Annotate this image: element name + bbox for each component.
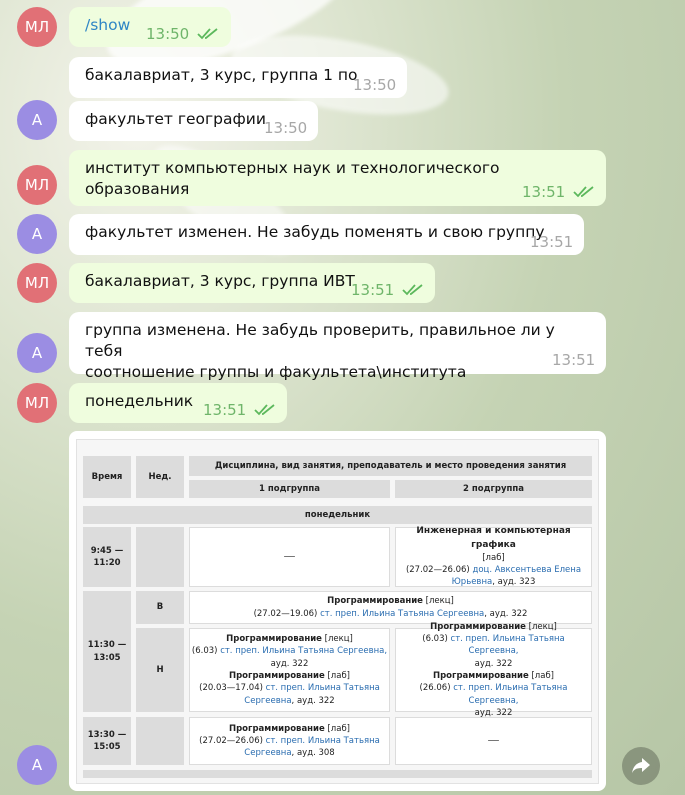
- teacher-link[interactable]: ст. преп. Ильина Татьяна Сергеевна,: [453, 683, 567, 705]
- avatar[interactable]: МЛ: [17, 165, 57, 205]
- forward-button[interactable]: [622, 747, 660, 785]
- forward-arrow-icon: [632, 758, 650, 773]
- message-text: понедельник: [85, 392, 194, 410]
- message-time: 13:51: [351, 281, 395, 299]
- class-title: Программирование: [228, 723, 325, 734]
- message-time: 13:50: [353, 76, 397, 94]
- message-time: 13:51: [203, 401, 247, 419]
- message-time: 13:51: [522, 183, 566, 201]
- class-title: Программирование: [226, 634, 322, 645]
- message-text-line: соотношение группы и факультета\институт…: [85, 362, 467, 381]
- bot-command-link[interactable]: /show: [85, 16, 130, 34]
- message-time: 13:51: [530, 233, 574, 251]
- avatar[interactable]: А: [17, 100, 57, 140]
- message-text: бакалавриат, 3 курс, группа 1 по: [85, 66, 358, 84]
- message-bubble: /show 13:50: [69, 7, 231, 47]
- class-details: (27.02—26.06) доц. Авксентьева Елена Юрь…: [405, 564, 582, 588]
- slot-class: Программирование [лекц] (6.03) ст. преп.…: [395, 622, 592, 718]
- day-header: понедельник: [83, 506, 592, 524]
- slot-empty: —: [395, 717, 592, 765]
- slot-empty: —: [189, 527, 390, 587]
- message-bubble: бакалавриат, 3 курс, группа ИВТ 13:51: [69, 263, 435, 303]
- double-check-icon: [254, 404, 275, 416]
- avatar[interactable]: А: [17, 333, 57, 373]
- message-bubble: факультет географии 13:50: [69, 101, 318, 141]
- slot-time: 13:30 — 15:05: [83, 717, 131, 765]
- message-text: факультет изменен. Не забудь поменять и …: [85, 223, 545, 241]
- avatar[interactable]: А: [17, 214, 57, 254]
- message-bubble: бакалавриат, 3 курс, группа 1 по 13:50: [69, 57, 407, 98]
- avatar[interactable]: МЛ: [17, 263, 57, 303]
- teacher-link[interactable]: ст. преп. Ильина Татьяна Сергеевна: [320, 609, 484, 619]
- class-title: Программирование: [228, 671, 325, 681]
- message-text: бакалавриат, 3 курс, группа ИВТ: [85, 272, 355, 290]
- header-subgroup-2: 2 подгруппа: [395, 480, 592, 498]
- class-title: Программирование: [327, 596, 423, 607]
- message-bubble: институт компьютерных наук и технологиче…: [69, 150, 606, 206]
- slot-class: Программирование [лаб] (27.02—26.06) ст.…: [189, 717, 390, 765]
- message-text: институт компьютерных наук и технологиче…: [85, 159, 500, 198]
- class-title: Программирование: [430, 621, 526, 632]
- schedule-table: Время Нед. Дисциплина, вид занятия, преп…: [76, 439, 599, 784]
- slot-week: [136, 717, 184, 765]
- double-check-icon: [573, 186, 594, 198]
- slot-time: 9:45 — 11:20: [83, 527, 131, 587]
- avatar[interactable]: А: [17, 745, 57, 785]
- message-time: 13:50: [264, 119, 308, 137]
- class-title: Инженерная и компьютерная графика: [416, 526, 571, 550]
- slot-class: Программирование [лекц] (6.03) ст. преп.…: [189, 628, 390, 712]
- message-bubble: группа изменена. Не забудь проверить, пр…: [69, 312, 606, 381]
- message-time: 13:50: [146, 25, 190, 43]
- teacher-link[interactable]: ст. преп. Ильина Татьяна Сергеевна,: [220, 646, 387, 656]
- header-subgroup-1: 1 подгруппа: [189, 480, 390, 498]
- schedule-image-message[interactable]: Время Нед. Дисциплина, вид занятия, преп…: [69, 431, 606, 791]
- avatar[interactable]: МЛ: [17, 383, 57, 423]
- message-bubble: факультет изменен. Не забудь поменять и …: [69, 214, 584, 255]
- class-type: [лаб]: [482, 552, 505, 563]
- slot-week: Н: [136, 628, 184, 712]
- slot-time: 11:30 — 13:05: [83, 591, 131, 712]
- header-time: Время: [83, 456, 131, 498]
- header-discipline: Дисциплина, вид занятия, преподаватель и…: [189, 456, 592, 476]
- table-footer-bar: [83, 770, 592, 778]
- header-week: Нед.: [136, 456, 184, 498]
- double-check-icon: [402, 284, 423, 296]
- slot-week: В: [136, 591, 184, 624]
- message-text-line: группа изменена. Не забудь проверить, пр…: [85, 321, 555, 360]
- double-check-icon: [197, 28, 218, 40]
- teacher-link[interactable]: ст. преп. Ильина Татьяна Сергеевна,: [451, 634, 565, 656]
- message-bubble: понедельник 13:51: [69, 383, 287, 423]
- slot-week: [136, 527, 184, 587]
- message-text: факультет географии: [85, 110, 266, 128]
- slot-class: Инженерная и компьютерная графика [лаб] …: [395, 526, 592, 588]
- class-title: Программирование: [432, 671, 529, 681]
- teacher-link[interactable]: ст. преп. Ильина Татьяна: [266, 683, 380, 693]
- avatar[interactable]: МЛ: [17, 7, 57, 47]
- slot-class: Программирование [лекц] (27.02—19.06) ст…: [189, 591, 592, 624]
- teacher-link[interactable]: ст. преп. Ильина Татьяна: [266, 736, 380, 746]
- message-time: 13:51: [552, 351, 596, 369]
